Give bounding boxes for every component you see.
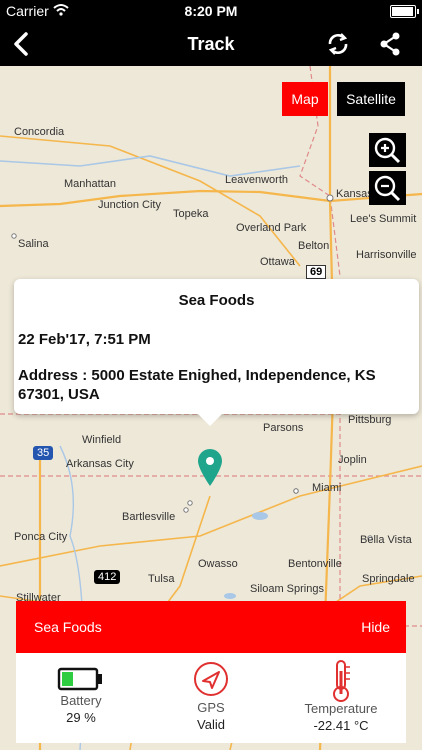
- temperature-stat: Temperature -22.41 °C: [276, 653, 406, 743]
- map-label: Siloam Springs: [250, 583, 324, 595]
- popup-title: Sea Foods: [178, 292, 255, 309]
- zoom-in-icon: [374, 137, 401, 164]
- map-label: Bella Vista: [360, 534, 412, 546]
- battery-label: Battery: [60, 693, 102, 708]
- map-label: Pittsburg: [348, 414, 392, 426]
- map-label: Lee's Summit: [350, 213, 417, 225]
- map-label: Concordia: [14, 126, 65, 138]
- map-label: Miami: [312, 482, 342, 494]
- share-icon[interactable]: [376, 30, 404, 58]
- map-label: Salina: [18, 238, 49, 250]
- stats-panel: Battery 29 % GPS Valid Temperature -22.4…: [16, 653, 406, 743]
- map-label: Leavenworth: [225, 174, 288, 186]
- thermometer-icon: [333, 660, 350, 702]
- map-label: Springdale: [362, 573, 415, 585]
- location-popup[interactable]: Sea Foods 22 Feb'17, 7:51 PM Address : 5…: [14, 279, 419, 426]
- zoom-out-icon: [374, 175, 401, 202]
- zoom-in-button[interactable]: [369, 133, 406, 167]
- us-highway-shield: 412: [94, 570, 121, 584]
- map-label: Bartlesville: [122, 511, 176, 523]
- gps-value: Valid: [197, 717, 225, 732]
- map-label: Parsons: [263, 422, 304, 434]
- map-label: Bentonville: [288, 558, 342, 570]
- map-label: Topeka: [173, 208, 209, 220]
- map-label: Winfield: [82, 434, 122, 446]
- vehicle-info-bar: Sea Foods Hide: [16, 601, 406, 653]
- map-label: Joplin: [338, 454, 367, 466]
- temperature-value: -22.41 °C: [313, 718, 369, 733]
- interstate-shield: 35: [33, 446, 54, 460]
- map-label: Ottawa: [260, 256, 295, 268]
- battery-stat: Battery 29 %: [16, 653, 146, 743]
- vehicle-name: Sea Foods: [34, 619, 102, 635]
- map-label: Belton: [298, 240, 330, 252]
- map-type-button[interactable]: Map: [282, 82, 328, 116]
- gps-label: GPS: [197, 700, 225, 715]
- map-label: Manhattan: [64, 178, 116, 190]
- nav-bar: Track: [0, 22, 422, 66]
- satellite-type-button[interactable]: Satellite: [337, 82, 405, 116]
- page-title: Track: [187, 34, 235, 54]
- popup-date: 22 Feb'17, 7:51 PM: [18, 331, 151, 348]
- status-bar: Carrier 8:20 PM: [0, 0, 422, 22]
- refresh-icon[interactable]: [324, 30, 352, 58]
- temperature-label: Temperature: [304, 701, 378, 716]
- map-label: Ponca City: [14, 531, 68, 543]
- location-pin-icon[interactable]: [196, 447, 224, 487]
- map-label: Junction City: [98, 199, 161, 211]
- map-label: Overland Park: [236, 222, 307, 234]
- map-label: Arkansas City: [66, 458, 134, 470]
- battery-value: 29 %: [66, 710, 96, 725]
- zoom-out-button[interactable]: [369, 171, 406, 205]
- popup-address: Address : 5000 Estate Enighed, Independe…: [18, 367, 376, 403]
- map-label: Kansas: [336, 188, 373, 200]
- status-time: 8:20 PM: [184, 3, 238, 19]
- map-label: Tulsa: [148, 573, 175, 585]
- us-highway-shield: 69: [306, 265, 327, 279]
- map-label: Owasso: [198, 558, 238, 570]
- map-label: Harrisonville: [356, 249, 417, 261]
- battery-status-icon: [390, 5, 419, 18]
- gps-stat: GPS Valid: [146, 653, 276, 743]
- gps-navigation-icon: [194, 662, 228, 696]
- hide-button[interactable]: Hide: [361, 619, 390, 635]
